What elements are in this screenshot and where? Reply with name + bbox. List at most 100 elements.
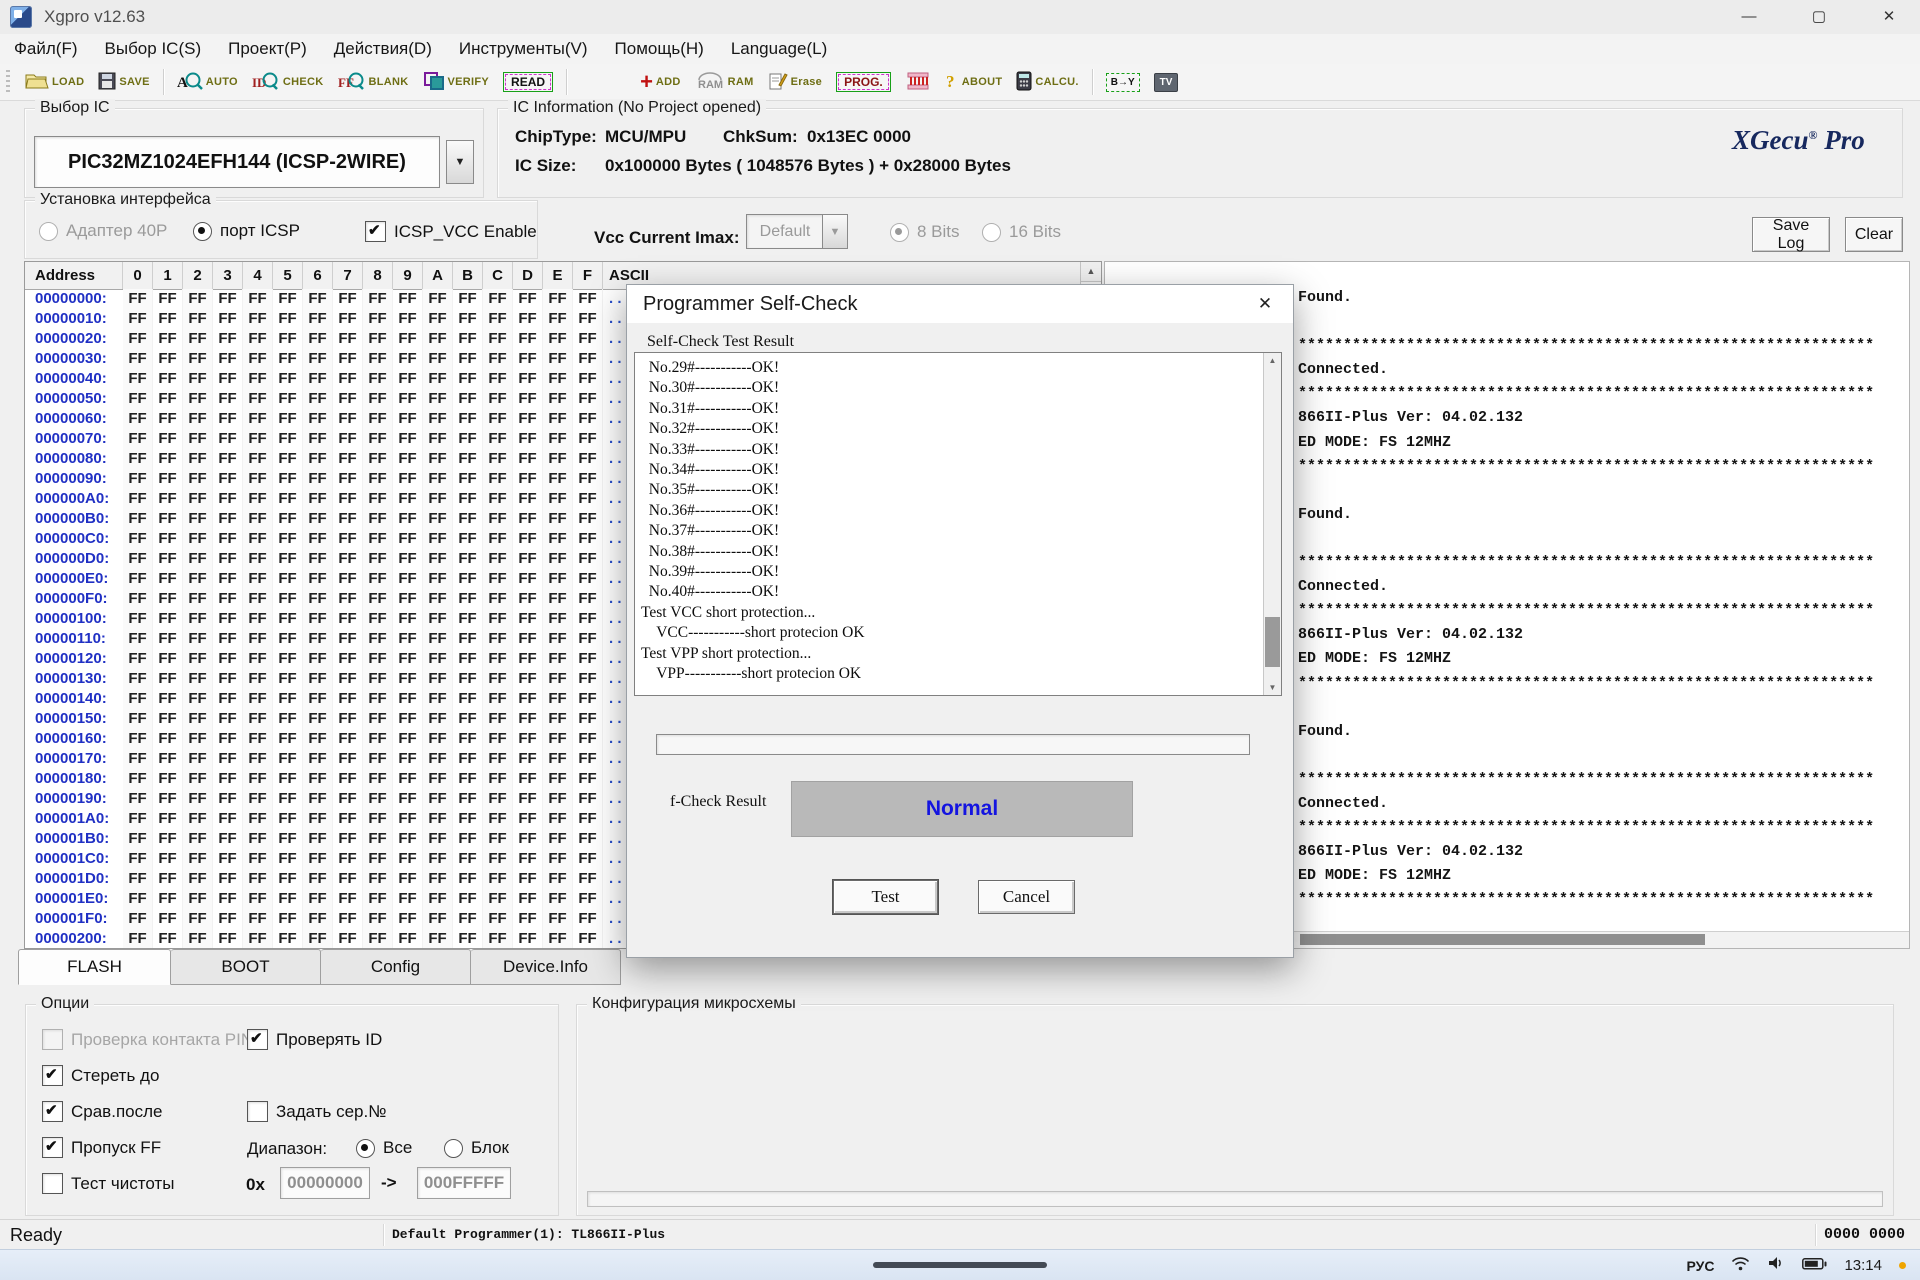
- hex-byte-cell[interactable]: FF: [543, 469, 573, 489]
- hex-byte-cell[interactable]: FF: [423, 409, 453, 429]
- hex-byte-cell[interactable]: FF: [453, 929, 483, 948]
- hex-byte-cell[interactable]: FF: [303, 409, 333, 429]
- wifi-icon[interactable]: [1731, 1256, 1750, 1276]
- hex-byte-cell[interactable]: FF: [213, 509, 243, 529]
- cancel-button[interactable]: Cancel: [978, 880, 1075, 914]
- self-check-result-item[interactable]: No.30#-----------OK!: [641, 378, 1261, 398]
- hex-byte-cell[interactable]: FF: [243, 649, 273, 669]
- hex-byte-cell[interactable]: FF: [573, 609, 603, 629]
- hex-byte-cell[interactable]: FF: [393, 349, 423, 369]
- checkbox-skip-ff[interactable]: Пропуск FF: [42, 1137, 161, 1158]
- hex-byte-cell[interactable]: FF: [333, 829, 363, 849]
- hex-byte-cell[interactable]: FF: [483, 549, 513, 569]
- checkbox-pin-check[interactable]: Проверка контакта PIN: [42, 1029, 253, 1050]
- radio-8-bits[interactable]: 8 Bits: [890, 222, 960, 242]
- hex-byte-cell[interactable]: FF: [483, 329, 513, 349]
- hex-byte-cell[interactable]: FF: [513, 669, 543, 689]
- hex-byte-cell[interactable]: FF: [483, 529, 513, 549]
- hex-byte-cell[interactable]: FF: [213, 869, 243, 889]
- hex-byte-cell[interactable]: FF: [453, 349, 483, 369]
- hex-byte-cell[interactable]: FF: [123, 609, 153, 629]
- self-check-result-item[interactable]: Test VPP short protection...: [641, 644, 1261, 664]
- hex-byte-cell[interactable]: FF: [423, 749, 453, 769]
- hex-byte-cell[interactable]: FF: [183, 649, 213, 669]
- hex-byte-cell[interactable]: FF: [183, 729, 213, 749]
- hex-byte-cell[interactable]: FF: [423, 849, 453, 869]
- hex-byte-cell[interactable]: FF: [453, 589, 483, 609]
- hex-byte-cell[interactable]: FF: [183, 569, 213, 589]
- hex-byte-cell[interactable]: FF: [453, 549, 483, 569]
- hex-byte-cell[interactable]: FF: [303, 369, 333, 389]
- hex-byte-cell[interactable]: FF: [573, 629, 603, 649]
- hex-byte-cell[interactable]: FF: [123, 929, 153, 948]
- hex-byte-cell[interactable]: FF: [183, 449, 213, 469]
- hex-byte-cell[interactable]: FF: [483, 689, 513, 709]
- hex-byte-cell[interactable]: FF: [243, 709, 273, 729]
- hex-byte-cell[interactable]: FF: [393, 909, 423, 929]
- hex-byte-cell[interactable]: FF: [423, 609, 453, 629]
- hex-byte-cell[interactable]: FF: [183, 889, 213, 909]
- hex-byte-cell[interactable]: FF: [483, 629, 513, 649]
- hex-byte-cell[interactable]: FF: [543, 509, 573, 529]
- close-button[interactable]: ✕: [1866, 0, 1912, 34]
- hex-byte-cell[interactable]: FF: [513, 909, 543, 929]
- hex-byte-cell[interactable]: FF: [243, 829, 273, 849]
- hex-byte-cell[interactable]: FF: [483, 469, 513, 489]
- hex-byte-cell[interactable]: FF: [513, 689, 543, 709]
- hex-byte-cell[interactable]: FF: [153, 909, 183, 929]
- hex-byte-cell[interactable]: FF: [273, 449, 303, 469]
- hex-byte-cell[interactable]: FF: [213, 749, 243, 769]
- hex-byte-cell[interactable]: FF: [183, 909, 213, 929]
- hex-byte-cell[interactable]: FF: [513, 469, 543, 489]
- hex-byte-cell[interactable]: FF: [333, 809, 363, 829]
- hex-byte-cell[interactable]: FF: [363, 309, 393, 329]
- scroll-up-icon[interactable]: ▲: [1264, 353, 1281, 368]
- hex-byte-cell[interactable]: FF: [453, 449, 483, 469]
- hex-byte-cell[interactable]: FF: [123, 909, 153, 929]
- hex-byte-cell[interactable]: FF: [483, 809, 513, 829]
- hex-byte-cell[interactable]: FF: [393, 609, 423, 629]
- hex-byte-cell[interactable]: FF: [573, 749, 603, 769]
- hex-byte-cell[interactable]: FF: [333, 629, 363, 649]
- hex-byte-cell[interactable]: FF: [573, 449, 603, 469]
- hex-byte-cell[interactable]: FF: [573, 669, 603, 689]
- hex-byte-cell[interactable]: FF: [363, 769, 393, 789]
- menu-item-actions[interactable]: Действия(D): [334, 39, 432, 59]
- hex-byte-cell[interactable]: FF: [483, 609, 513, 629]
- hex-byte-cell[interactable]: FF: [333, 929, 363, 948]
- hex-byte-cell[interactable]: FF: [303, 509, 333, 529]
- hex-byte-cell[interactable]: FF: [453, 749, 483, 769]
- hex-byte-cell[interactable]: FF: [453, 329, 483, 349]
- hex-byte-cell[interactable]: FF: [273, 589, 303, 609]
- hex-byte-cell[interactable]: FF: [153, 449, 183, 469]
- hex-byte-cell[interactable]: FF: [393, 809, 423, 829]
- hex-header-3[interactable]: 3: [213, 262, 243, 289]
- hex-byte-cell[interactable]: FF: [483, 749, 513, 769]
- hex-byte-cell[interactable]: FF: [183, 429, 213, 449]
- hex-byte-cell[interactable]: FF: [453, 809, 483, 829]
- hex-byte-cell[interactable]: FF: [303, 309, 333, 329]
- hex-byte-cell[interactable]: FF: [183, 529, 213, 549]
- hex-byte-cell[interactable]: FF: [243, 309, 273, 329]
- hex-byte-cell[interactable]: FF: [153, 649, 183, 669]
- hex-byte-cell[interactable]: FF: [273, 529, 303, 549]
- notification-dot-icon[interactable]: [1899, 1262, 1906, 1269]
- hex-header-7[interactable]: 7: [333, 262, 363, 289]
- hex-byte-cell[interactable]: FF: [213, 589, 243, 609]
- language-indicator[interactable]: РУС: [1686, 1258, 1714, 1274]
- checkbox-icsp-vcc-enable[interactable]: ICSP_VCC Enable: [365, 221, 537, 242]
- hex-byte-cell[interactable]: FF: [573, 689, 603, 709]
- hex-byte-cell[interactable]: FF: [393, 329, 423, 349]
- dialog-title-bar[interactable]: Programmer Self-Check ✕: [627, 285, 1293, 323]
- hex-byte-cell[interactable]: FF: [243, 909, 273, 929]
- hex-byte-cell[interactable]: FF: [273, 669, 303, 689]
- hex-byte-cell[interactable]: FF: [153, 349, 183, 369]
- hex-header-A[interactable]: A: [423, 262, 453, 289]
- hex-byte-cell[interactable]: FF: [453, 869, 483, 889]
- hex-byte-cell[interactable]: FF: [513, 409, 543, 429]
- hex-byte-cell[interactable]: FF: [513, 429, 543, 449]
- hex-byte-cell[interactable]: FF: [423, 329, 453, 349]
- hex-byte-cell[interactable]: FF: [453, 769, 483, 789]
- hex-byte-cell[interactable]: FF: [213, 669, 243, 689]
- hex-byte-cell[interactable]: FF: [483, 829, 513, 849]
